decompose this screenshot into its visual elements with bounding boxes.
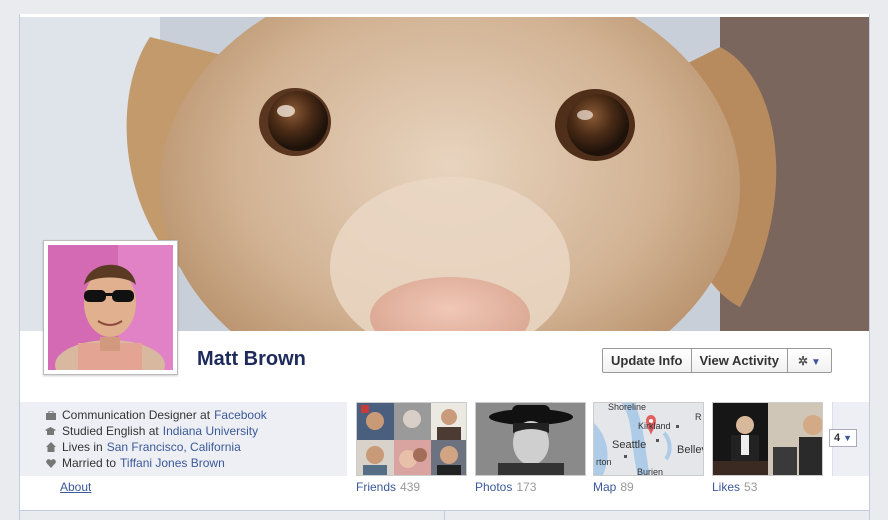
info-work: Communication Designer at Facebook [45,407,347,423]
info-location-text: Lives in [62,440,103,454]
tab-friends[interactable]: Friends 439 [356,480,420,494]
tab-friends-tile[interactable] [356,402,467,476]
tab-likes-tile[interactable] [712,402,823,476]
info-education: Studied English at Indiana University [45,423,347,439]
more-tabs-count: 4 [834,432,841,444]
tab-photos-tile[interactable] [475,402,586,476]
profile-name[interactable]: Matt Brown [197,348,306,371]
heart-icon [45,458,56,469]
tab-likes[interactable]: Likes 53 [712,480,757,494]
map-place-4: rton [596,457,612,467]
more-tabs-button[interactable]: 4 ▼ [829,429,857,447]
tab-map[interactable]: Map 89 [593,480,634,494]
map-place-1: Kirkland [638,421,671,431]
tab-photos-count: 173 [516,480,537,494]
tab-likes-label: Likes [712,480,741,494]
profile-picture[interactable] [43,240,178,375]
info-education-link[interactable]: Indiana University [163,423,258,439]
info-work-text: Communication Designer at [62,408,211,422]
tab-likes-count: 53 [744,480,758,494]
map-place-0: Shoreline [608,402,647,412]
tab-photos-label: Photos [475,480,513,494]
page-right-margin [870,0,888,520]
profile-photo-image [48,245,173,370]
info-education-text: Studied English at [62,424,159,438]
map-place-6: R [695,412,702,422]
info-location: Lives in San Francisco, California [45,439,347,455]
info-relationship-text: Married to [62,456,117,470]
view-activity-button[interactable]: View Activity [691,348,788,373]
tab-map-tile[interactable]: Shoreline R Kirkland Seattle Bellevue rt… [593,402,704,476]
timeline-column-divider [444,511,445,520]
tab-map-count: 89 [620,480,634,494]
timeline-header: Matt Brown Update Info View Activity ✲ ▼ … [19,14,870,511]
friends-collage-image [357,403,466,475]
tab-friends-label: Friends [356,480,397,494]
house-icon [45,442,56,453]
map-place-2: Seattle [612,439,647,451]
briefcase-icon [45,410,56,421]
map-place-3: Bellevue [677,444,703,456]
photos-preview-image [476,403,585,475]
update-info-button[interactable]: Update Info [602,348,692,373]
tab-photos[interactable]: Photos 173 [475,480,536,494]
tab-about[interactable]: About [60,480,91,494]
profile-info-panel: Communication Designer at Facebook Studi… [20,402,347,476]
info-work-link[interactable]: Facebook [214,407,267,423]
info-relationship: Married to Tiffani Jones Brown [45,455,347,471]
top-strip [0,0,888,14]
tab-friends-count: 439 [400,480,421,494]
tab-map-label: Map [593,480,617,494]
graduation-icon [45,426,56,437]
likes-preview-image [713,403,822,475]
info-location-link[interactable]: San Francisco, California [107,439,241,455]
profile-actions: Update Info View Activity ✲ ▼ [602,348,832,373]
gear-icon: ✲ [797,354,809,368]
settings-dropdown-button[interactable]: ✲ ▼ [787,348,832,373]
map-place-5: Burien [637,467,664,476]
chevron-down-icon: ▼ [811,357,821,368]
chevron-down-icon: ▼ [843,433,853,443]
info-relationship-link[interactable]: Tiffani Jones Brown [120,455,225,471]
